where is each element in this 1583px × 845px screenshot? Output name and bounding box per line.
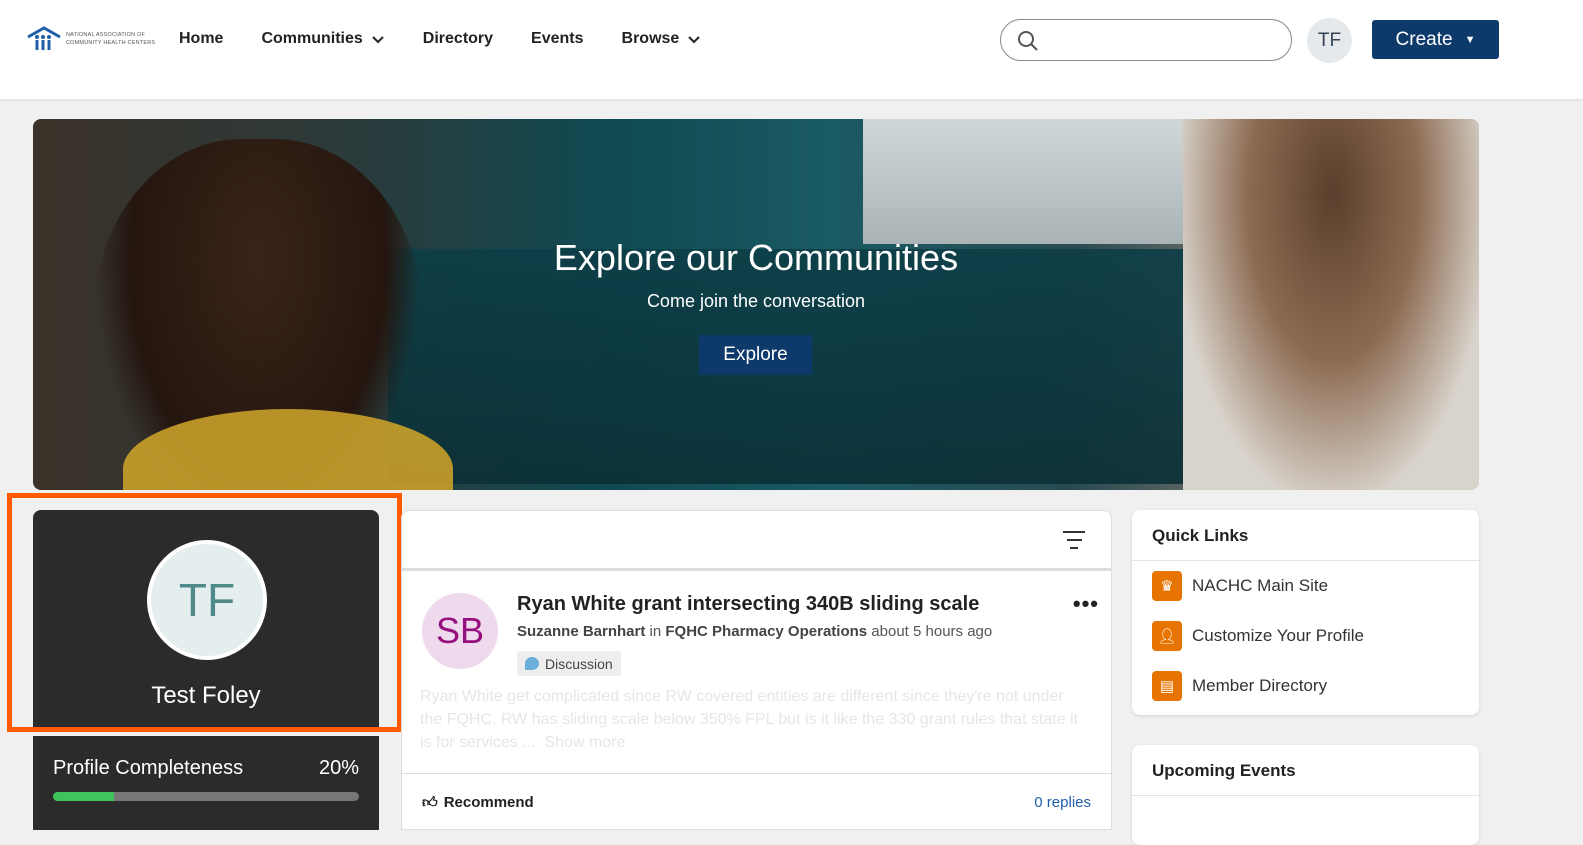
- nav-directory[interactable]: Directory: [423, 30, 493, 48]
- discussion-tag: Discussion: [517, 651, 621, 676]
- search-box[interactable]: [1000, 19, 1292, 61]
- nachc-logo[interactable]: NATIONAL ASSOCIATION OF COMMUNITY HEALTH…: [26, 26, 161, 52]
- hero-title: Explore our Communities: [553, 237, 959, 278]
- profile-name[interactable]: Test Foley: [33, 682, 379, 710]
- community-link[interactable]: FQHC Pharmacy Operations: [665, 623, 867, 640]
- activity-feed: SB Ryan White grant intersecting 340B sl…: [401, 510, 1112, 830]
- upcoming-events-title: Upcoming Events: [1132, 745, 1479, 796]
- user-avatar[interactable]: TF: [1307, 18, 1352, 63]
- divider: [33, 732, 379, 736]
- thumbs-up-icon: 👍︎: [422, 794, 438, 811]
- profile-completeness-label: Profile Completeness: [53, 757, 244, 779]
- post-body: Ryan White get complicated since RW cove…: [420, 688, 1079, 751]
- feed-post: SB Ryan White grant intersecting 340B sl…: [402, 571, 1111, 774]
- author-link[interactable]: Suzanne Barnhart: [517, 623, 645, 640]
- hero-image-monitor: [863, 119, 1223, 244]
- top-header: NATIONAL ASSOCIATION OF COMMUNITY HEALTH…: [0, 0, 1583, 99]
- crown-icon: ♛: [1152, 571, 1182, 601]
- address-book-icon: ▤: [1152, 671, 1182, 701]
- post-meta: Suzanne Barnhart in FQHC Pharmacy Operat…: [517, 623, 993, 640]
- caret-down-icon: ▼: [1464, 33, 1476, 46]
- nav-browse[interactable]: Browse: [622, 30, 702, 48]
- profile-completeness-value: 20%: [318, 757, 359, 779]
- post-time: about 5 hours ago: [871, 623, 993, 640]
- profile-completeness-bar: [53, 792, 359, 801]
- progress-fill: [53, 792, 115, 801]
- search-input[interactable]: [1045, 30, 1275, 47]
- hero-banner: Explore our Communities Come join the co…: [33, 119, 1479, 490]
- nav-events[interactable]: Events: [531, 30, 583, 48]
- author-avatar[interactable]: SB: [422, 593, 498, 669]
- recommend-button[interactable]: 👍︎ Recommend: [422, 794, 534, 812]
- house-logo-icon: [27, 26, 61, 50]
- chat-bubble-icon: [525, 657, 539, 670]
- quick-link-member-directory[interactable]: ▤ Member Directory: [1132, 661, 1479, 711]
- main-nav: Home Communities Directory Events Browse: [179, 30, 701, 48]
- filter-icon[interactable]: [1063, 531, 1085, 555]
- post-title[interactable]: Ryan White grant intersecting 340B slidi…: [517, 593, 979, 616]
- profile-card: TF Test Foley Profile Completeness 20%: [33, 510, 379, 830]
- nav-home[interactable]: Home: [179, 30, 223, 48]
- show-more-link[interactable]: Show more: [544, 734, 625, 751]
- search-icon: [1018, 31, 1038, 51]
- create-button[interactable]: Create ▼: [1372, 20, 1499, 59]
- profile-avatar[interactable]: TF: [147, 540, 267, 660]
- upcoming-events-card: Upcoming Events: [1132, 745, 1479, 845]
- quick-links-title: Quick Links: [1132, 510, 1479, 561]
- chevron-down-icon: [688, 35, 701, 43]
- quick-links-card: Quick Links ♛ NACHC Main Site 👤︎ Customize…: [1132, 510, 1479, 715]
- hero-subtitle: Come join the conversation: [646, 291, 866, 311]
- user-icon: 👤︎: [1152, 621, 1182, 651]
- quick-link-customize-profile[interactable]: 👤︎ Customize Your Profile: [1132, 611, 1479, 661]
- chevron-down-icon: [372, 35, 384, 43]
- replies-link[interactable]: 0 replies: [1034, 794, 1091, 811]
- quick-link-nachc-main-site[interactable]: ♛ NACHC Main Site: [1132, 561, 1479, 611]
- nav-communities[interactable]: Communities: [261, 30, 384, 48]
- explore-button[interactable]: Explore: [699, 335, 812, 375]
- more-options-icon[interactable]: •••: [1073, 593, 1099, 615]
